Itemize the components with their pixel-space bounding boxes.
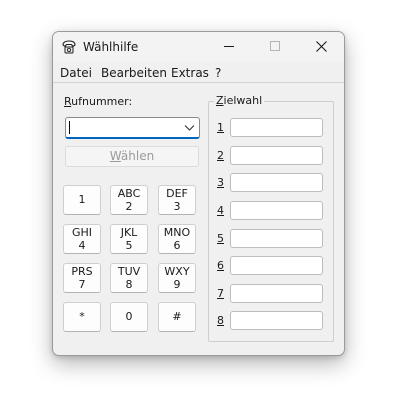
phone-number-label: Rufnummer: [64,95,132,108]
menu-datei[interactable]: Datei [60,66,92,80]
speed-dial-title: Zielwahl [214,94,265,107]
close-icon [316,41,327,52]
key-8-letters: TUV [117,265,141,278]
key-6-digit: 6 [173,239,181,252]
dial-button-label: ählen [120,149,155,163]
key-3[interactable]: DEF 3 [158,185,196,215]
minimize-button[interactable] [206,32,252,62]
speed-dial-button-1[interactable] [230,118,323,137]
key-2-digit: 2 [125,200,133,213]
speed-dial-group [208,101,334,342]
speed-dial-number-5: 5 [217,232,224,245]
key-5-digit: 5 [125,239,133,252]
speed-dial-button-5[interactable] [230,229,323,248]
key-9[interactable]: WXY 9 [158,263,196,293]
speed-dial-title-rest: ielwahl [223,94,263,107]
chevron-down-icon[interactable] [184,122,195,133]
key-8-digit: 8 [125,278,133,291]
speed-dial-title-mnemonic: Z [216,94,224,107]
key-9-digit: 9 [173,278,181,291]
speed-dial-button-8[interactable] [230,311,323,330]
speed-dial-button-6[interactable] [230,256,323,275]
speed-dial-number-1: 1 [217,121,224,134]
menu-bar: Datei Bearbeiten Extras ? [53,62,344,83]
title-bar[interactable]: Wählhilfe [53,32,344,62]
speed-dial-button-4[interactable] [230,201,323,220]
speed-dial-number-7: 7 [217,287,224,300]
maximize-icon [270,41,280,51]
key-0-digit: 0 [125,310,133,323]
key-1[interactable]: 1 [63,185,101,215]
dial-button[interactable]: Wählen [65,146,199,167]
key-4[interactable]: GHI 4 [63,224,101,254]
key-hash[interactable]: # [158,302,196,332]
window-title: Wählhilfe [83,40,139,54]
key-3-letters: DEF [166,187,188,200]
key-5[interactable]: JKL 5 [110,224,148,254]
minimize-icon [224,46,234,47]
text-caret [69,121,70,134]
maximize-button[interactable] [252,32,298,62]
speed-dial-button-3[interactable] [230,173,323,192]
menu-extras[interactable]: Extras [171,66,209,80]
key-8[interactable]: TUV 8 [110,263,148,293]
key-4-digit: 4 [78,239,86,252]
key-0[interactable]: 0 [110,302,148,332]
key-7-letters: PRS [71,265,93,278]
key-hash-symbol: # [172,310,182,323]
speed-dial-number-2: 2 [217,149,224,162]
key-7-digit: 7 [78,278,86,291]
menu-bearbeiten[interactable]: Bearbeiten [101,66,167,80]
speed-dial-button-2[interactable] [230,146,323,165]
phone-number-combobox[interactable] [65,117,200,139]
key-4-letters: GHI [71,226,93,239]
dialer-window: Wählhilfe Datei Bearbeiten Extras ? Rufn… [52,31,345,356]
key-3-digit: 3 [173,200,181,213]
phone-number-label-rest: ufnummer: [71,95,133,108]
speed-dial-number-6: 6 [217,259,224,272]
key-7[interactable]: PRS 7 [63,263,101,293]
key-6[interactable]: MNO 6 [158,224,196,254]
key-star[interactable]: * [63,302,101,332]
speed-dial-number-3: 3 [217,176,224,189]
speed-dial-number-4: 4 [217,204,224,217]
menu-help[interactable]: ? [215,66,221,80]
dial-button-mnemonic: W [109,149,121,163]
speed-dial-number-8: 8 [217,314,224,327]
phone-app-icon [61,39,77,55]
key-9-letters: WXY [164,265,190,278]
key-5-letters: JKL [120,226,138,239]
key-1-digit: 1 [78,193,86,206]
key-2[interactable]: ABC 2 [110,185,148,215]
key-6-letters: MNO [163,226,191,239]
key-2-letters: ABC [117,187,141,200]
speed-dial-button-7[interactable] [230,284,323,303]
key-star-symbol: * [79,310,85,323]
close-button[interactable] [298,32,344,62]
